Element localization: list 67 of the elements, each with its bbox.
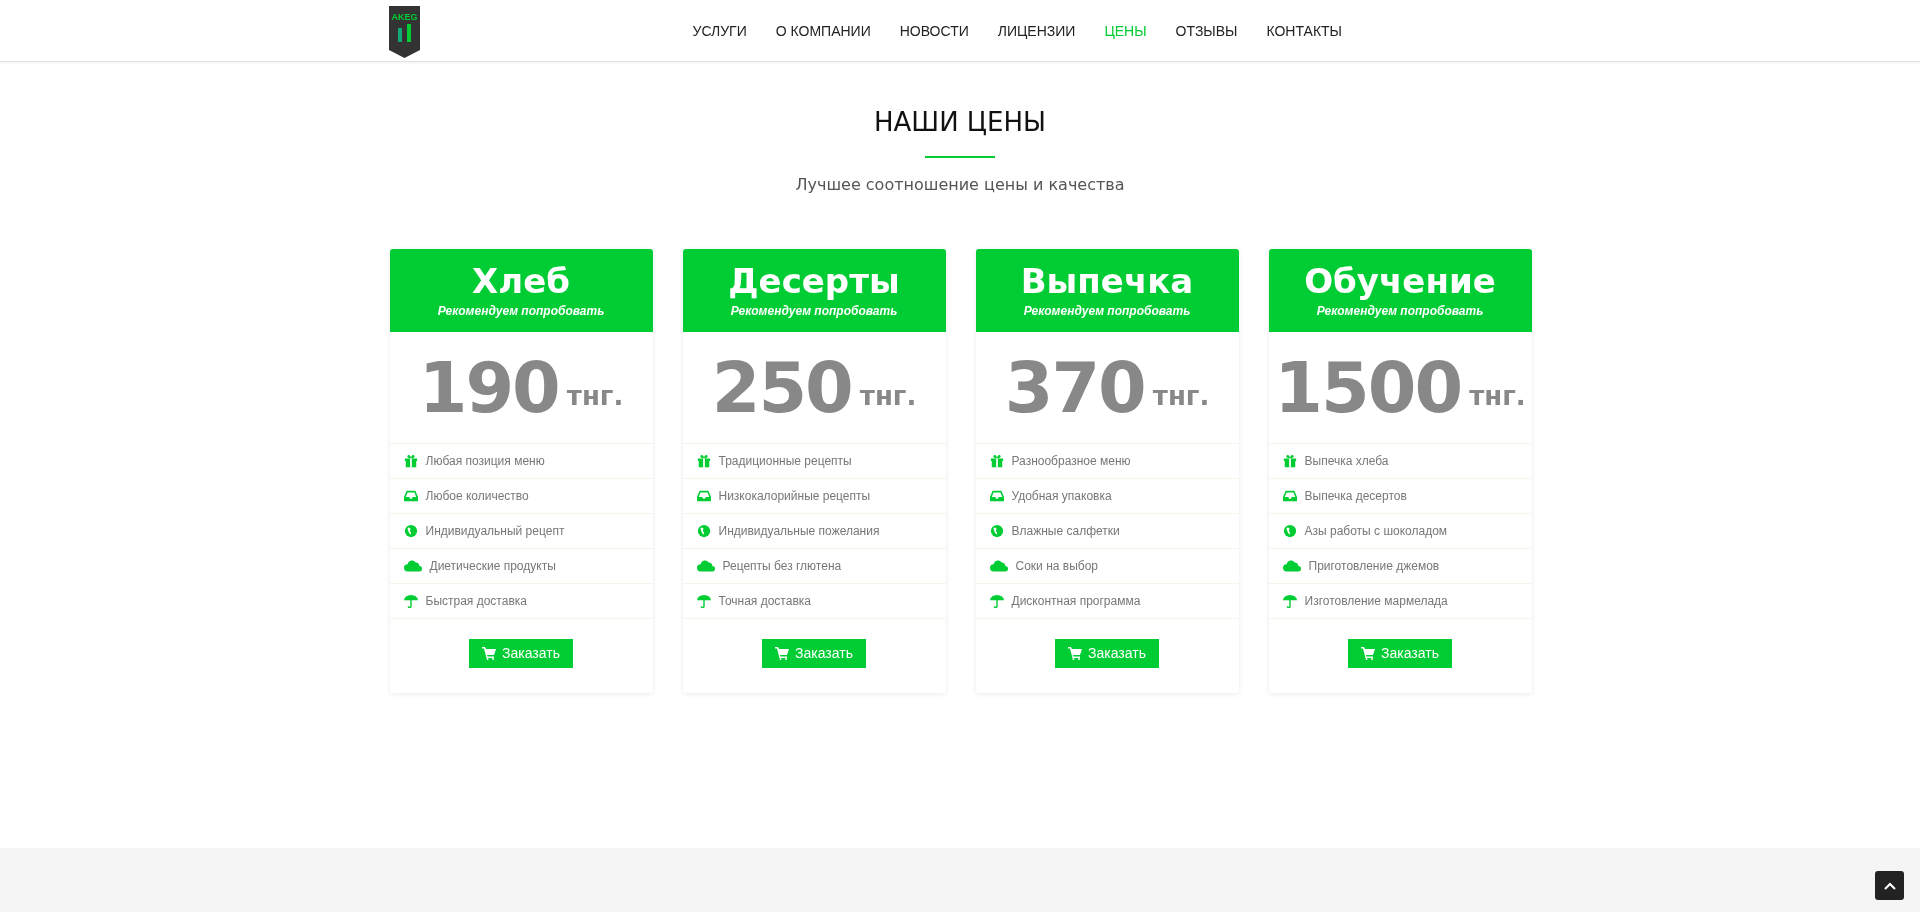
feature-text: Азы работы с шоколадом <box>1304 524 1448 538</box>
price-amount: 1500 <box>1274 346 1462 429</box>
price-currency: тнг. <box>1152 380 1210 411</box>
feature-text: Индивидуальный рецепт <box>425 524 565 538</box>
price-amount: 370 <box>1004 346 1145 429</box>
nav-link[interactable]: О КОМПАНИИ <box>761 22 886 39</box>
price-amount: 250 <box>711 346 852 429</box>
gift-icon <box>1282 454 1297 468</box>
feature-text: Рецепты без глютена <box>722 559 842 573</box>
plan-tagline: Рекомендуем попробовать <box>1023 303 1191 318</box>
feature-text: Изготовление мармелада <box>1304 594 1448 608</box>
inbox-icon <box>989 489 1004 503</box>
nav-link[interactable]: УСЛУГИ <box>678 22 762 39</box>
nav-link[interactable]: ЛИЦЕНЗИИ <box>983 22 1090 39</box>
plan-tagline: Рекомендуем попробовать <box>1316 303 1484 318</box>
price-currency: тнг. <box>566 380 624 411</box>
feature-text: Точная доставка <box>718 594 811 608</box>
section-subtitle: Лучшее соотношение цены и качества <box>795 175 1125 194</box>
price-currency: тнг. <box>859 380 917 411</box>
plan-name: Хлеб <box>472 263 570 301</box>
cloud-icon <box>403 559 422 573</box>
cloud-icon <box>989 559 1008 573</box>
feature-text: Индивидуальные пожелания <box>718 524 880 538</box>
logo[interactable]: AKEG <box>389 5 420 58</box>
inbox-icon <box>696 489 711 503</box>
cart-icon <box>775 646 790 660</box>
nav-link[interactable]: КОНТАКТЫ <box>1252 22 1357 39</box>
cart-icon <box>1068 646 1083 660</box>
feature-text: Выпечка десертов <box>1304 489 1407 503</box>
nav-link[interactable]: ОТЗЫВЫ <box>1161 22 1252 39</box>
plan-name: Обучение <box>1304 263 1496 301</box>
feature-text: Быстрая доставка <box>425 594 527 608</box>
umbrella-icon <box>696 594 711 608</box>
cloud-icon <box>1282 559 1301 573</box>
plan-tagline: Рекомендуем попробовать <box>437 303 605 318</box>
feature-text: Выпечка хлеба <box>1304 454 1389 468</box>
feature-text: Разнообразное меню <box>1011 454 1131 468</box>
scroll-top-button[interactable] <box>1875 871 1904 900</box>
plan-name: Десерты <box>728 263 900 301</box>
cart-icon <box>1361 646 1376 660</box>
umbrella-icon <box>403 594 418 608</box>
feature-text: Соки на выбор <box>1015 559 1098 573</box>
feature-text: Дисконтная программа <box>1011 594 1141 608</box>
inbox-icon <box>1282 489 1297 503</box>
inbox-icon <box>403 489 418 503</box>
gift-icon <box>696 454 711 468</box>
gift-icon <box>989 454 1004 468</box>
chevron-up-icon <box>1883 881 1896 890</box>
umbrella-icon <box>1282 594 1297 608</box>
feature-text: Традиционные рецепты <box>718 454 852 468</box>
cloud-icon <box>696 559 715 573</box>
cart-icon <box>482 646 497 660</box>
plan-tagline: Рекомендуем попробовать <box>730 303 898 318</box>
feature-text: Диетические продукты <box>429 559 556 573</box>
price-currency: тнг. <box>1469 380 1526 411</box>
feature-text: Удобная упаковка <box>1011 489 1112 503</box>
plan-name: Выпечка <box>1020 263 1194 301</box>
price-amount: 190 <box>418 346 559 429</box>
feature-text: Низкокалорийные рецепты <box>718 489 871 503</box>
gift-icon <box>403 454 418 468</box>
umbrella-icon <box>989 594 1004 608</box>
section-title: НАШИ ЦЕНЫ <box>874 107 1046 137</box>
feature-text: Приготовление джемов <box>1308 559 1440 573</box>
feature-text: Влажные салфетки <box>1011 524 1120 538</box>
nav-link[interactable]: НОВОСТИ <box>885 22 984 39</box>
feature-text: Любая позиция меню <box>425 454 545 468</box>
feature-text: Любое количество <box>425 489 529 503</box>
